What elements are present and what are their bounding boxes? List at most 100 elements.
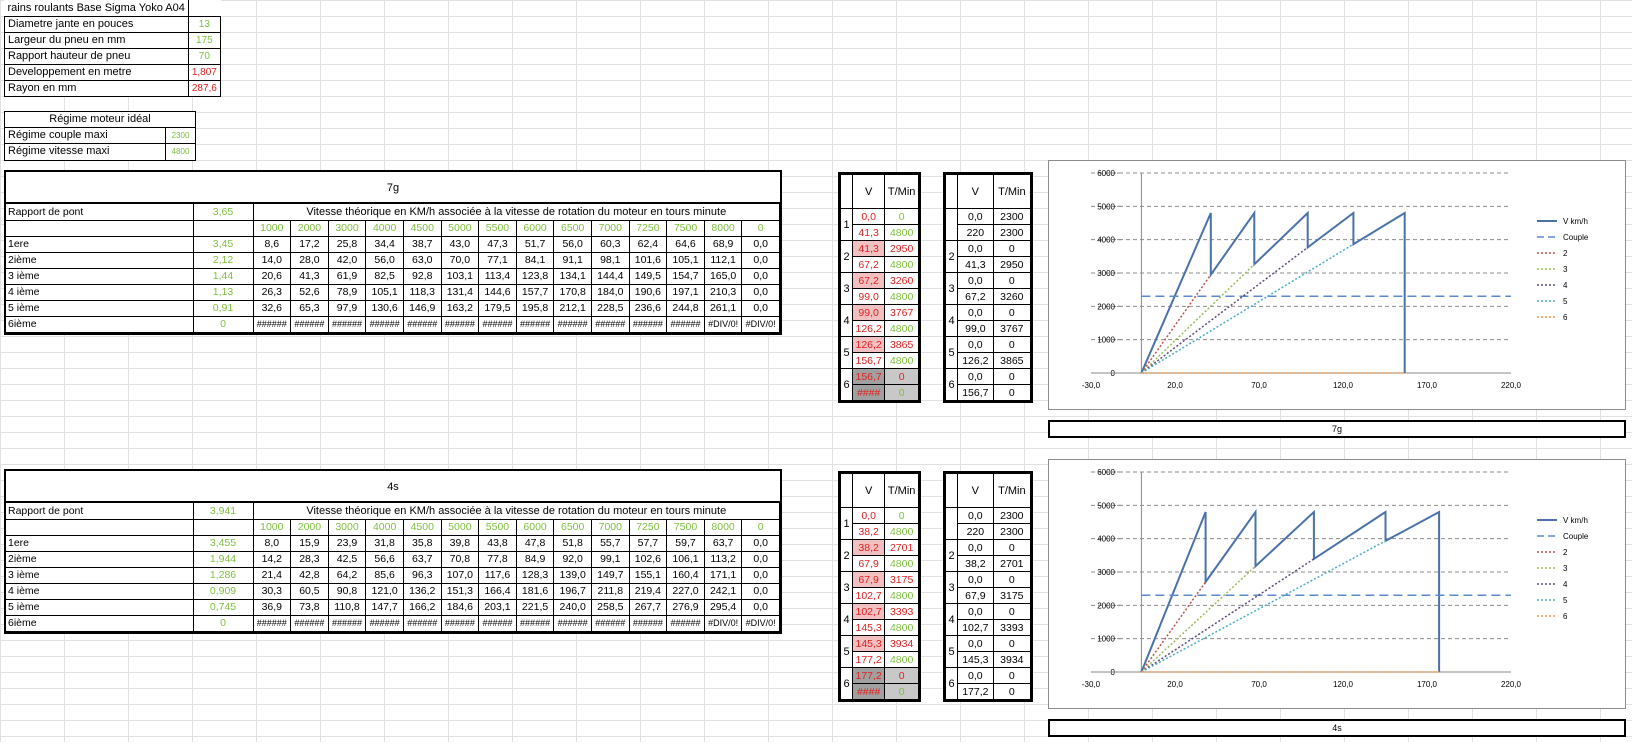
speed-cell[interactable]: 34,4 [365,235,404,253]
speed-cell[interactable]: 196,7 [553,582,592,600]
gear-ratio[interactable]: 1,944 [192,550,254,568]
rpm-cell[interactable]: 8000 [703,518,743,536]
speed-cell[interactable]: ###### [402,614,442,632]
speed-cell[interactable]: 117,6 [478,566,517,584]
speed-cell[interactable]: 8,0 [252,534,292,552]
ideal-vitesse-row[interactable]: Régime vitesse maxi 4800 [5,144,195,160]
speed-value[interactable]: 0,0 [957,368,994,385]
speed-cell[interactable]: 43,0 [440,235,480,253]
pont-value[interactable]: 3,65 [192,204,254,221]
speed-cell[interactable]: 221,5 [515,598,555,616]
speed-cell[interactable]: 63,7 [402,550,442,568]
rpm-cell[interactable]: 5500 [478,518,517,536]
param-value[interactable] [187,0,221,17]
speed-value[interactable]: 0,0 [851,507,886,524]
speed-cell[interactable]: 136,2 [402,582,442,600]
rpm-value[interactable]: 0 [992,240,1032,257]
speed-value[interactable]: 102,7 [851,603,886,620]
speed-cell[interactable]: 170,8 [553,283,592,301]
speed-cell[interactable]: ###### [365,614,404,632]
speed-cell[interactable]: 103,1 [440,267,480,285]
speed-cell[interactable]: 236,6 [628,299,668,317]
rpm-value[interactable]: 3175 [884,571,919,588]
speed-cell[interactable]: 197,1 [666,283,705,301]
rpm-cell[interactable]: 4500 [402,518,442,536]
rpm-value[interactable]: 3934 [992,651,1032,668]
speed-cell[interactable]: 258,5 [590,598,630,616]
speed-cell[interactable]: 97,9 [327,299,367,317]
rpm-cell[interactable]: 4000 [365,219,404,237]
param-value[interactable]: 1,807 [187,63,221,81]
speed-cell[interactable]: 102,6 [628,550,668,568]
speed-cell[interactable]: 240,0 [553,598,592,616]
speed-value[interactable]: 0,0 [957,507,994,524]
speed-value[interactable]: 99,0 [851,288,886,305]
speed-cell[interactable]: 28,0 [290,251,329,269]
rpm-cell[interactable]: 6500 [553,219,592,237]
rpm-cell[interactable]: 7500 [666,219,705,237]
rpm-value[interactable]: 0 [884,208,919,225]
speed-value[interactable]: 0,0 [957,667,994,684]
speed-cell[interactable]: 17,2 [290,235,329,253]
gear-ratio[interactable]: 0,909 [192,582,254,600]
speed-cell[interactable]: ###### [515,614,555,632]
speed-cell[interactable]: 15,9 [290,534,329,552]
gear-ratio[interactable]: 0 [192,315,254,333]
speed-cell[interactable]: 98,1 [590,251,630,269]
speed-value[interactable]: 126,2 [957,352,994,369]
speed-cell[interactable]: 139,0 [553,566,592,584]
speed-cell[interactable]: #DIV/0! [741,614,780,632]
speed-value[interactable]: 0,0 [957,304,994,321]
rpm-cell[interactable]: 3000 [327,219,367,237]
speed-cell[interactable]: 8,6 [252,235,292,253]
speed-value[interactable]: 0,0 [957,336,994,353]
speed-cell[interactable]: 121,0 [365,582,404,600]
speed-cell[interactable]: 165,0 [703,267,743,285]
param-value[interactable]: 13 [187,15,221,33]
speed-cell[interactable]: 123,8 [515,267,555,285]
speed-value[interactable]: 38,2 [957,555,994,572]
speed-value[interactable]: #### [851,683,886,700]
speed-cell[interactable]: 70,0 [440,251,480,269]
rpm-value[interactable]: 0 [884,368,919,385]
speed-value[interactable]: 126,2 [851,336,886,353]
speed-cell[interactable]: 77,1 [478,251,517,269]
speed-cell[interactable]: 23,9 [327,534,367,552]
speed-cell[interactable]: 106,1 [666,550,705,568]
speed-cell[interactable]: 73,8 [290,598,329,616]
speed-value[interactable]: 220 [957,224,994,241]
speed-cell[interactable]: 60,3 [590,235,630,253]
rpm-value[interactable]: 0 [992,635,1032,652]
speed-cell[interactable]: 295,4 [703,598,743,616]
speed-cell[interactable]: 163,2 [440,299,480,317]
gear-ratio[interactable]: 3,455 [192,534,254,552]
rpm-value[interactable]: 4800 [884,523,919,540]
rpm-cell[interactable]: 5500 [478,219,517,237]
speed-cell[interactable]: 151,3 [440,582,480,600]
speed-value[interactable]: 145,3 [957,651,994,668]
speed-cell[interactable]: 267,7 [628,598,668,616]
speed-cell[interactable]: 203,1 [478,598,517,616]
rpm-value[interactable]: 4800 [884,352,919,369]
speed-cell[interactable]: 242,1 [703,582,743,600]
speed-cell[interactable]: 96,3 [402,566,442,584]
speed-cell[interactable]: 43,8 [478,534,517,552]
speed-value[interactable]: 67,9 [851,555,886,572]
speed-cell[interactable]: ###### [252,315,292,333]
rpm-value[interactable]: 4800 [884,555,919,572]
speed-value[interactable]: 67,2 [851,256,886,273]
rpm-cell[interactable]: 5000 [440,219,480,237]
rpm-value[interactable]: 3865 [884,336,919,353]
speed-value[interactable]: 0,0 [957,539,994,556]
speed-cell[interactable]: 35,8 [402,534,442,552]
speed-cell[interactable]: 62,4 [628,235,668,253]
rpm-value[interactable]: 3934 [884,635,919,652]
speed-cell[interactable]: ###### [628,614,668,632]
gear-ratio[interactable]: 1,44 [192,267,254,285]
param-value[interactable]: 287,6 [187,79,221,97]
speed-cell[interactable]: ###### [666,315,705,333]
rpm-value[interactable]: 2300 [992,523,1032,540]
speed-cell[interactable]: 211,8 [590,582,630,600]
speed-cell[interactable]: 63,7 [703,534,743,552]
speed-cell[interactable]: 0,0 [741,267,780,285]
